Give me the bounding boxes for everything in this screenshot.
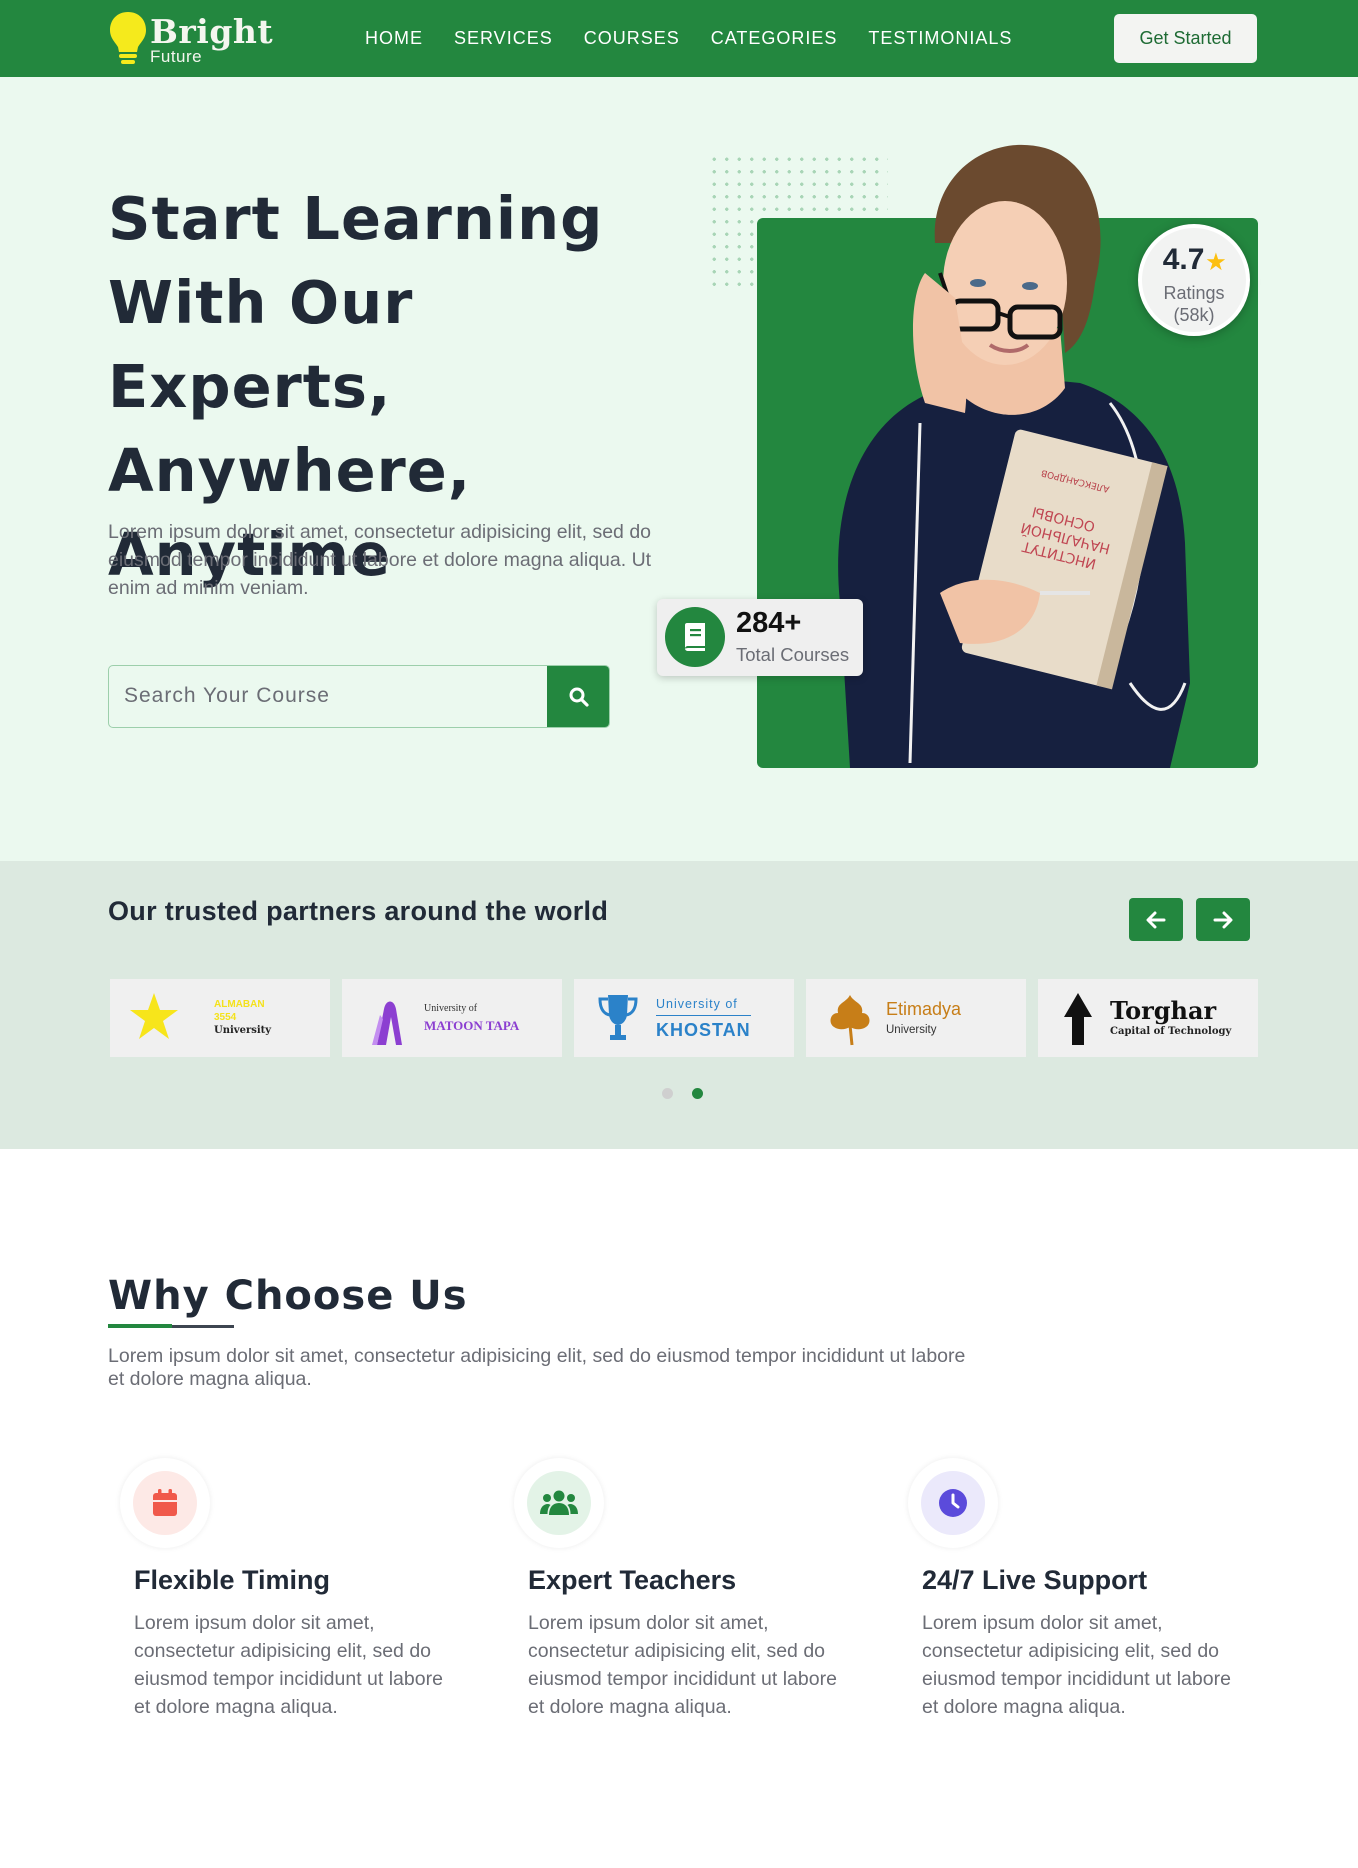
nav-home[interactable]: HOME — [365, 28, 423, 49]
partner-name: ALMABAN — [214, 999, 265, 1010]
hero-title-line: Anywhere, — [108, 436, 472, 505]
total-courses-badge: 284+ Total Courses — [657, 599, 863, 676]
carousel-prev-button[interactable] — [1129, 898, 1183, 941]
nav-courses[interactable]: COURSES — [584, 28, 680, 49]
partner-sub: University — [886, 1024, 937, 1036]
partner-name: 3554 — [214, 1012, 237, 1023]
search-icon — [569, 687, 589, 707]
users-icon — [527, 1471, 591, 1535]
arrow-left-icon — [1146, 911, 1166, 928]
title-underline-accent — [108, 1324, 172, 1328]
partner-sub: University — [214, 1025, 272, 1036]
partner-sub: Capital of Technology — [1110, 1026, 1232, 1037]
feature-title: 24/7 Live Support — [922, 1565, 1148, 1595]
partner-name: MATOON TAPA — [424, 1018, 520, 1033]
partner-name: Torghar — [1110, 996, 1217, 1025]
book-icon — [665, 607, 725, 667]
star-icon: ★ — [1206, 251, 1226, 274]
hero-section: Start Learning With Our Experts, Anywher… — [0, 77, 1358, 861]
feature-title: Expert Teachers — [528, 1565, 737, 1595]
courses-count: 284+ — [736, 607, 802, 639]
partner-pre: University of — [656, 996, 751, 1016]
feature-description: Lorem ipsum dolor sit amet, consectetur … — [528, 1612, 837, 1718]
carousel-dot-2-active[interactable] — [692, 1088, 703, 1099]
course-search — [108, 665, 610, 728]
hero-title-line: With Our Experts, — [108, 268, 414, 421]
nav-testimonials[interactable]: TESTIMONIALS — [868, 28, 1012, 49]
rating-badge: 4.7★ Ratings (58k) — [1138, 224, 1250, 336]
nav-services[interactable]: SERVICES — [454, 28, 553, 49]
partner-pre: University of — [424, 1003, 478, 1014]
partner-logo-almaban[interactable]: ALMABAN 3554 University — [110, 979, 330, 1057]
courses-label: Total Courses — [736, 644, 850, 665]
partner-name: Etimadya — [886, 999, 962, 1019]
clock-icon — [921, 1471, 985, 1535]
partner-logo-etimadya[interactable]: Etimadya University — [806, 979, 1026, 1057]
arrow-up-logo-icon — [1064, 993, 1092, 1045]
leaf-logo-icon — [830, 995, 870, 1046]
mountain-logo-icon — [372, 1001, 402, 1045]
feature-title: Flexible Timing — [134, 1565, 331, 1595]
why-description: Lorem ipsum dolor sit amet, consectetur … — [108, 1345, 966, 1390]
navbar: Bright Future HOME SERVICES COURSES CATE… — [0, 0, 1358, 77]
partners-title: Our trusted partners around the world — [108, 896, 609, 926]
star-logo-icon — [130, 993, 178, 1039]
search-button[interactable] — [547, 666, 609, 727]
arrow-right-icon — [1213, 911, 1233, 928]
trophy-icon — [598, 995, 638, 1040]
carousel-dot-1[interactable] — [662, 1088, 673, 1099]
rating-value: 4.7★ — [1162, 243, 1226, 276]
partners-section: Our trusted partners around the world AL… — [0, 861, 1358, 1149]
partner-logo-torghar[interactable]: Torghar Capital of Technology — [1038, 979, 1258, 1057]
lightbulb-icon — [110, 12, 146, 64]
partner-name: KHOSTAN — [656, 1019, 751, 1040]
brand-name: Bright — [150, 12, 274, 51]
why-choose-us-title: Why Choose Us — [108, 1273, 468, 1319]
main-nav: HOME SERVICES COURSES CATEGORIES TESTIMO… — [365, 0, 1043, 77]
get-started-button[interactable]: Get Started — [1114, 14, 1257, 63]
carousel-next-button[interactable] — [1196, 898, 1250, 941]
calendar-icon — [133, 1471, 197, 1535]
hero-description: Lorem ipsum dolor sit amet, consectetur … — [108, 521, 652, 599]
partner-logo-khostan[interactable]: University of KHOSTAN — [574, 979, 794, 1057]
feature-description: Lorem ipsum dolor sit amet, consectetur … — [922, 1612, 1231, 1718]
brand-logo[interactable]: Bright Future — [108, 8, 273, 70]
nav-categories[interactable]: CATEGORIES — [711, 28, 838, 49]
hero-title-line: Start Learning — [108, 184, 604, 253]
search-input[interactable] — [109, 666, 547, 726]
rating-label: Ratings (58k) — [1163, 283, 1225, 325]
feature-description: Lorem ipsum dolor sit amet, consectetur … — [134, 1612, 443, 1718]
brand-tagline: Future — [150, 47, 203, 66]
partner-logo-matoon-tapa[interactable]: University of MATOON TAPA — [342, 979, 562, 1057]
